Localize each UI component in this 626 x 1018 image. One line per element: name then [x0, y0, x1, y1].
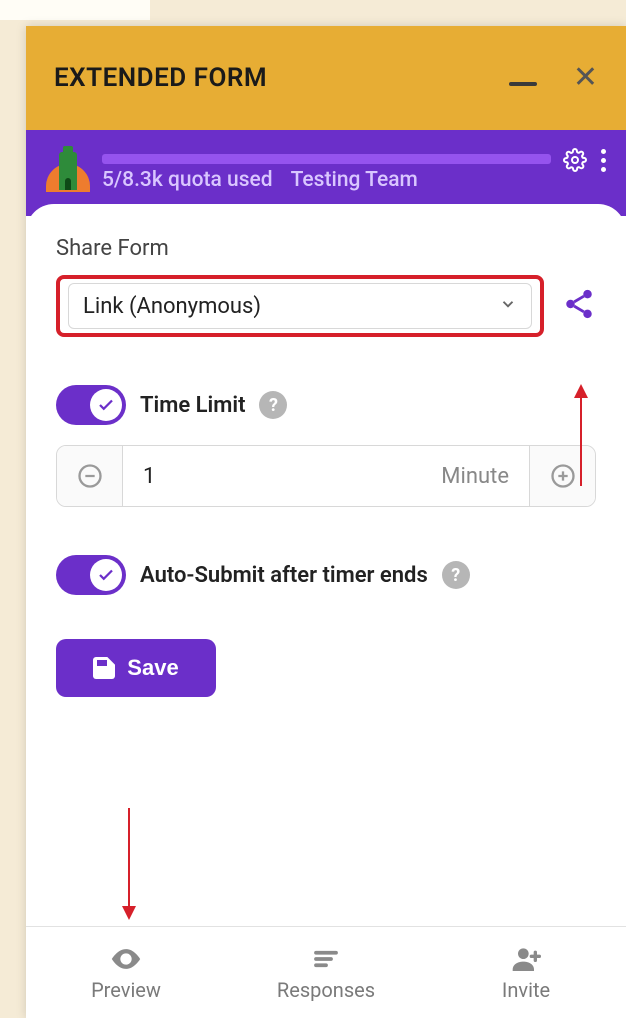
share-row: Link (Anonymous): [56, 275, 596, 337]
quota-text: 5/8.3k quota used: [102, 168, 273, 192]
list-icon: [311, 944, 341, 974]
bottom-nav: Preview Responses Invite: [26, 926, 626, 1018]
app-window: EXTENDED FORM ✕ 5/8.3k quota used Testin…: [26, 26, 626, 1018]
save-disk-icon: [93, 657, 115, 679]
titlebar-actions: ✕: [509, 63, 598, 93]
window-title: EXTENDED FORM: [54, 63, 267, 93]
share-form-label: Share Form: [56, 236, 596, 261]
auto-submit-toggle[interactable]: [56, 555, 126, 595]
auto-submit-label: Auto-Submit after timer ends: [140, 563, 428, 588]
content-panel: Share Form Link (Anonymous): [26, 204, 626, 926]
time-limit-value: 1: [143, 464, 155, 489]
nav-responses-label: Responses: [277, 978, 375, 1002]
settings-gear-icon[interactable]: [563, 148, 587, 172]
app-logo-icon: [46, 148, 90, 192]
save-button[interactable]: Save: [56, 639, 216, 697]
nav-invite-label: Invite: [502, 978, 550, 1002]
header-text-block: 5/8.3k quota used Testing Team: [102, 154, 551, 192]
time-limit-stepper: 1 Minute: [56, 445, 596, 507]
time-limit-row: Time Limit ?: [56, 385, 596, 425]
time-limit-toggle[interactable]: [56, 385, 126, 425]
nav-tab-invite[interactable]: Invite: [426, 927, 626, 1018]
time-limit-label: Time Limit: [140, 393, 245, 418]
redacted-title-bar: [102, 154, 551, 164]
share-type-value: Link (Anonymous): [83, 294, 261, 319]
help-icon[interactable]: ?: [259, 391, 287, 419]
share-icon-button[interactable]: [562, 287, 596, 325]
eye-icon: [109, 944, 143, 974]
titlebar: EXTENDED FORM ✕: [26, 26, 626, 130]
more-menu-icon[interactable]: [601, 149, 606, 172]
team-name[interactable]: Testing Team: [291, 168, 418, 192]
nav-preview-label: Preview: [91, 978, 161, 1002]
annotation-arrow-down: [128, 808, 130, 918]
minimize-button[interactable]: [509, 82, 537, 86]
nav-tab-responses[interactable]: Responses: [226, 927, 426, 1018]
share-type-select[interactable]: Link (Anonymous): [56, 275, 544, 337]
increment-button[interactable]: [529, 446, 595, 506]
nav-tab-preview[interactable]: Preview: [26, 927, 226, 1018]
toggle-knob-icon: [90, 559, 122, 591]
close-button[interactable]: ✕: [573, 63, 598, 93]
chevron-down-icon: [499, 295, 517, 317]
auto-submit-row: Auto-Submit after timer ends ?: [56, 555, 596, 595]
time-limit-unit: Minute: [441, 464, 509, 489]
time-limit-input[interactable]: 1 Minute: [123, 446, 529, 506]
decrement-button[interactable]: [57, 446, 123, 506]
annotation-arrow-up: [580, 386, 582, 486]
help-icon[interactable]: ?: [442, 561, 470, 589]
save-button-label: Save: [127, 655, 178, 681]
person-add-icon: [510, 944, 542, 974]
toggle-knob-icon: [90, 389, 122, 421]
